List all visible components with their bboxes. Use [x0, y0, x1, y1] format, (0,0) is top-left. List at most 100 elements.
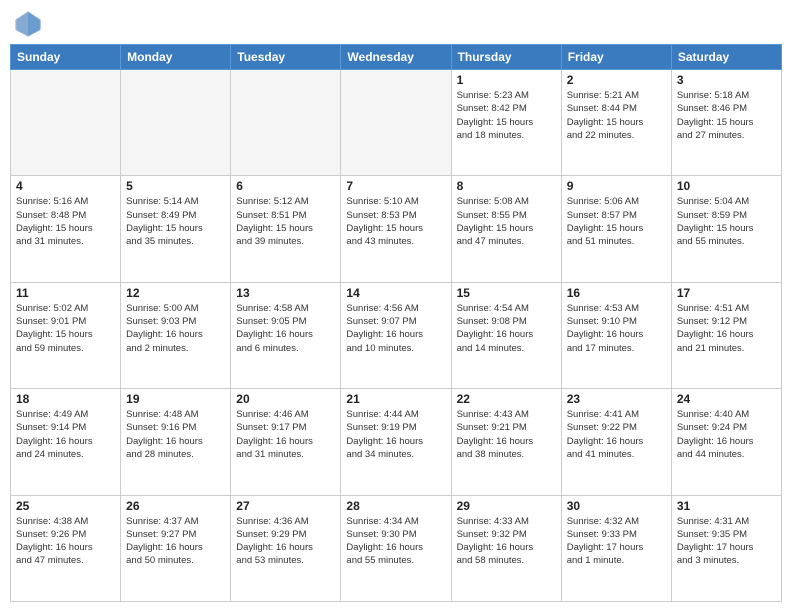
- calendar-cell: 24 Sunrise: 4:40 AMSunset: 9:24 PMDayligh…: [671, 389, 781, 495]
- calendar-cell: 5Sunrise: 5:14 AMSunset: 8:49 PMDaylight…: [121, 176, 231, 282]
- day-info: Sunrise: 4:49 AMSunset: 9:14 PMDaylight:…: [16, 408, 115, 461]
- day-info: Sunrise: 4:44 AMSunset: 9:19 PMDaylight:…: [346, 408, 445, 461]
- day-info: Sunrise: 5:06 AMSunset: 8:57 PMDaylight:…: [567, 195, 666, 248]
- day-number: 2: [567, 73, 666, 87]
- day-number: 7: [346, 179, 445, 193]
- day-number: 10: [677, 179, 776, 193]
- day-number: 15: [457, 286, 556, 300]
- weekday-header-tuesday: Tuesday: [231, 45, 341, 70]
- day-info: Sunrise: 4:56 AMSunset: 9:07 PMDaylight:…: [346, 302, 445, 355]
- calendar-cell: 9Sunrise: 5:06 AMSunset: 8:57 PMDaylight…: [561, 176, 671, 282]
- day-info: Sunrise: 4:36 AMSunset: 9:29 PMDaylight:…: [236, 515, 335, 568]
- day-number: 30: [567, 499, 666, 513]
- day-number: 25: [16, 499, 115, 513]
- day-number: 3: [677, 73, 776, 87]
- day-info: Sunrise: 5:16 AMSunset: 8:48 PMDaylight:…: [16, 195, 115, 248]
- week-row-3: 11 Sunrise: 5:02 AMSunset: 9:01 PMDayligh…: [11, 282, 782, 388]
- weekday-header-wednesday: Wednesday: [341, 45, 451, 70]
- calendar-cell: 26 Sunrise: 4:37 AMSunset: 9:27 PMDayligh…: [121, 495, 231, 601]
- calendar-cell: 2 Sunrise: 5:21 AMSunset: 8:44 PMDaylight…: [561, 70, 671, 176]
- week-row-2: 4 Sunrise: 5:16 AMSunset: 8:48 PMDaylight…: [11, 176, 782, 282]
- calendar-cell: [231, 70, 341, 176]
- day-number: 29: [457, 499, 556, 513]
- day-number: 6: [236, 179, 335, 193]
- day-info: Sunrise: 5:14 AMSunset: 8:49 PMDaylight:…: [126, 195, 225, 248]
- calendar-cell: 25 Sunrise: 4:38 AMSunset: 9:26 PMDayligh…: [11, 495, 121, 601]
- day-info: Sunrise: 5:18 AMSunset: 8:46 PMDaylight:…: [677, 89, 776, 142]
- day-number: 28: [346, 499, 445, 513]
- day-info: Sunrise: 5:23 AMSunset: 8:42 PMDaylight:…: [457, 89, 556, 142]
- day-number: 18: [16, 392, 115, 406]
- day-number: 17: [677, 286, 776, 300]
- day-info: Sunrise: 5:04 AMSunset: 8:59 PMDaylight:…: [677, 195, 776, 248]
- calendar-cell: 6 Sunrise: 5:12 AMSunset: 8:51 PMDaylight…: [231, 176, 341, 282]
- weekday-header-row: SundayMondayTuesdayWednesdayThursdayFrid…: [11, 45, 782, 70]
- day-info: Sunrise: 4:58 AMSunset: 9:05 PMDaylight:…: [236, 302, 335, 355]
- weekday-header-saturday: Saturday: [671, 45, 781, 70]
- calendar-cell: 22 Sunrise: 4:43 AMSunset: 9:21 PMDayligh…: [451, 389, 561, 495]
- day-info: Sunrise: 4:48 AMSunset: 9:16 PMDaylight:…: [126, 408, 225, 461]
- day-info: Sunrise: 4:37 AMSunset: 9:27 PMDaylight:…: [126, 515, 225, 568]
- day-number: 12: [126, 286, 225, 300]
- day-number: 1: [457, 73, 556, 87]
- day-number: 21: [346, 392, 445, 406]
- day-info: Sunrise: 4:33 AMSunset: 9:32 PMDaylight:…: [457, 515, 556, 568]
- calendar-cell: 21 Sunrise: 4:44 AMSunset: 9:19 PMDayligh…: [341, 389, 451, 495]
- day-info: Sunrise: 4:46 AMSunset: 9:17 PMDaylight:…: [236, 408, 335, 461]
- calendar-cell: 23 Sunrise: 4:41 AMSunset: 9:22 PMDayligh…: [561, 389, 671, 495]
- week-row-5: 25 Sunrise: 4:38 AMSunset: 9:26 PMDayligh…: [11, 495, 782, 601]
- calendar-cell: 28 Sunrise: 4:34 AMSunset: 9:30 PMDayligh…: [341, 495, 451, 601]
- calendar-cell: 27 Sunrise: 4:36 AMSunset: 9:29 PMDayligh…: [231, 495, 341, 601]
- day-info: Sunrise: 4:54 AMSunset: 9:08 PMDaylight:…: [457, 302, 556, 355]
- day-info: Sunrise: 4:41 AMSunset: 9:22 PMDaylight:…: [567, 408, 666, 461]
- header: [10, 10, 782, 38]
- calendar-cell: [11, 70, 121, 176]
- day-info: Sunrise: 5:12 AMSunset: 8:51 PMDaylight:…: [236, 195, 335, 248]
- day-info: Sunrise: 5:10 AMSunset: 8:53 PMDaylight:…: [346, 195, 445, 248]
- day-info: Sunrise: 5:08 AMSunset: 8:55 PMDaylight:…: [457, 195, 556, 248]
- day-number: 23: [567, 392, 666, 406]
- calendar-cell: 15 Sunrise: 4:54 AMSunset: 9:08 PMDayligh…: [451, 282, 561, 388]
- calendar-cell: 17Sunrise: 4:51 AMSunset: 9:12 PMDayligh…: [671, 282, 781, 388]
- calendar-cell: 30 Sunrise: 4:32 AMSunset: 9:33 PMDayligh…: [561, 495, 671, 601]
- calendar-cell: 19 Sunrise: 4:48 AMSunset: 9:16 PMDayligh…: [121, 389, 231, 495]
- day-info: Sunrise: 4:31 AMSunset: 9:35 PMDaylight:…: [677, 515, 776, 568]
- calendar-cell: 13 Sunrise: 4:58 AMSunset: 9:05 PMDayligh…: [231, 282, 341, 388]
- calendar-cell: 31 Sunrise: 4:31 AMSunset: 9:35 PMDayligh…: [671, 495, 781, 601]
- calendar-cell: 4 Sunrise: 5:16 AMSunset: 8:48 PMDaylight…: [11, 176, 121, 282]
- day-info: Sunrise: 5:02 AMSunset: 9:01 PMDaylight:…: [16, 302, 115, 355]
- day-info: Sunrise: 4:40 AMSunset: 9:24 PMDaylight:…: [677, 408, 776, 461]
- calendar-table: SundayMondayTuesdayWednesdayThursdayFrid…: [10, 44, 782, 602]
- day-info: Sunrise: 4:38 AMSunset: 9:26 PMDaylight:…: [16, 515, 115, 568]
- day-number: 19: [126, 392, 225, 406]
- day-number: 22: [457, 392, 556, 406]
- day-info: Sunrise: 4:34 AMSunset: 9:30 PMDaylight:…: [346, 515, 445, 568]
- day-number: 11: [16, 286, 115, 300]
- day-info: Sunrise: 5:21 AMSunset: 8:44 PMDaylight:…: [567, 89, 666, 142]
- day-number: 20: [236, 392, 335, 406]
- logo-icon: [14, 10, 42, 38]
- day-number: 13: [236, 286, 335, 300]
- day-number: 8: [457, 179, 556, 193]
- day-info: Sunrise: 4:32 AMSunset: 9:33 PMDaylight:…: [567, 515, 666, 568]
- calendar-cell: [341, 70, 451, 176]
- calendar-cell: 8 Sunrise: 5:08 AMSunset: 8:55 PMDaylight…: [451, 176, 561, 282]
- week-row-1: 1 Sunrise: 5:23 AMSunset: 8:42 PMDaylight…: [11, 70, 782, 176]
- day-info: Sunrise: 4:43 AMSunset: 9:21 PMDaylight:…: [457, 408, 556, 461]
- day-number: 24: [677, 392, 776, 406]
- calendar-cell: 3 Sunrise: 5:18 AMSunset: 8:46 PMDaylight…: [671, 70, 781, 176]
- day-number: 31: [677, 499, 776, 513]
- day-number: 26: [126, 499, 225, 513]
- calendar-cell: 12Sunrise: 5:00 AMSunset: 9:03 PMDayligh…: [121, 282, 231, 388]
- day-number: 16: [567, 286, 666, 300]
- calendar-cell: 16 Sunrise: 4:53 AMSunset: 9:10 PMDayligh…: [561, 282, 671, 388]
- calendar-cell: 1 Sunrise: 5:23 AMSunset: 8:42 PMDaylight…: [451, 70, 561, 176]
- day-number: 4: [16, 179, 115, 193]
- calendar-cell: 29 Sunrise: 4:33 AMSunset: 9:32 PMDayligh…: [451, 495, 561, 601]
- day-info: Sunrise: 4:53 AMSunset: 9:10 PMDaylight:…: [567, 302, 666, 355]
- week-row-4: 18 Sunrise: 4:49 AMSunset: 9:14 PMDayligh…: [11, 389, 782, 495]
- calendar-cell: 10 Sunrise: 5:04 AMSunset: 8:59 PMDayligh…: [671, 176, 781, 282]
- day-number: 27: [236, 499, 335, 513]
- calendar-cell: 7 Sunrise: 5:10 AMSunset: 8:53 PMDaylight…: [341, 176, 451, 282]
- calendar-cell: 11 Sunrise: 5:02 AMSunset: 9:01 PMDayligh…: [11, 282, 121, 388]
